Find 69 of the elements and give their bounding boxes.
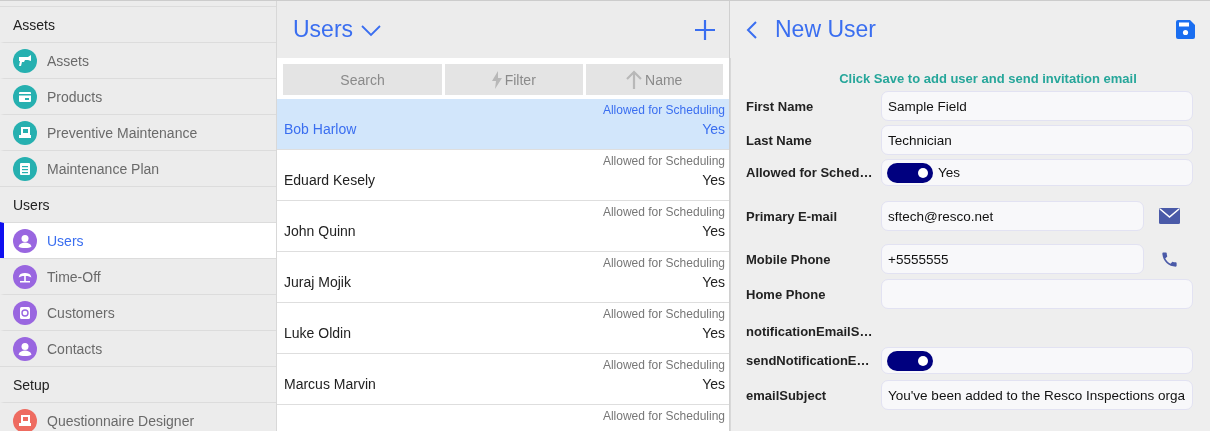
lightning-icon [491,70,502,89]
field-value: Yes [702,376,725,392]
field-label: Primary E-mail [746,208,839,224]
field-value: Yes [702,223,725,239]
user-row[interactable]: Allowed for Scheduling John Quinn Yes [277,201,729,252]
info-message: Click Save to add user and send invitation email [838,71,1138,86]
input-field[interactable]: Technician [881,125,1193,155]
field-label: Home Phone [746,286,827,302]
field-label: emailSubject [746,387,828,403]
sidebar-item[interactable]: Customers [0,294,276,330]
add-icon[interactable] [695,19,715,40]
input-field[interactable]: You've been added to the Resco Inspections orga [881,380,1193,410]
user-row[interactable]: Allowed for Scheduling Bob Harlow Yes [277,99,729,150]
field-value: Yes [702,121,725,137]
sidebar-item[interactable]: Maintenance Plan [0,150,276,186]
section-header: Assets [13,16,55,33]
input-field[interactable]: Sample Field [881,91,1193,121]
list-title[interactable]: Users [293,16,354,43]
field-label: Allowed for Scheduling [602,409,725,425]
field-label: Allowed for Sched… [746,165,874,180]
field-label: Allowed for Scheduling [602,154,725,170]
sidebar-item[interactable]: Users [0,222,276,258]
field-label: First Name [746,98,815,114]
user-name: Marcus Marvin [284,376,376,392]
phone-icon[interactable] [1160,249,1179,269]
sidebar-item[interactable]: Products [0,78,276,114]
field-value: Yes [702,274,725,290]
field-value: Yes [702,172,725,188]
field-label: Allowed for Scheduling [602,205,725,221]
user-name: John Quinn [284,223,356,239]
toggle-switch[interactable] [887,350,933,371]
input-field[interactable]: +5555555 [881,244,1144,274]
save-icon[interactable] [1176,20,1195,39]
chevron-down-icon[interactable] [361,25,382,37]
section-header: Setup [13,376,50,393]
sort-button[interactable]: Name [585,64,723,95]
field-label: Mobile Phone [746,251,832,267]
user-name: Eduard Kesely [284,172,376,188]
filter-button[interactable]: Filter [445,64,583,95]
toggle-switch[interactable] [887,162,933,183]
field-value: Yes [702,325,725,341]
user-name: Bob Harlow [284,121,357,137]
user-row[interactable]: Allowed for Scheduling [277,405,729,431]
toggle-label: Yes [938,165,961,180]
user-name: Juraj Mojik [284,274,351,290]
field-label: Last Name [746,132,813,148]
search-button[interactable]: Search [283,64,442,95]
sidebar-item[interactable]: Assets [0,42,276,78]
back-icon[interactable] [746,20,757,39]
form-title: New User [775,16,876,43]
field-label: Allowed for Scheduling [602,358,725,374]
field-label: Allowed for Scheduling [602,103,725,119]
user-row[interactable]: Allowed for Scheduling Luke Oldin Yes [277,303,729,354]
input-field[interactable]: sftech@resco.net [881,201,1144,231]
sidebar-item[interactable]: Time-Off [0,258,276,294]
field-label: Allowed for Scheduling [602,256,725,272]
section-header: Users [13,196,50,213]
field-label: sendNotificationE… [746,353,871,368]
user-row[interactable]: Allowed for Scheduling Marcus Marvin Yes [277,354,729,405]
sidebar-item[interactable]: Contacts [0,330,276,366]
mail-icon[interactable] [1159,208,1180,224]
arrow-up-icon [626,69,643,90]
user-row[interactable]: Allowed for Scheduling Juraj Mojik Yes [277,252,729,303]
user-row[interactable]: Allowed for Scheduling Eduard Kesely Yes [277,150,729,201]
field-label: Allowed for Scheduling [602,307,725,323]
sidebar-item[interactable]: Questionnaire Designer [0,402,276,431]
user-name: Luke Oldin [284,325,351,341]
field-label: notificationEmailS… [746,323,874,339]
sidebar-item[interactable]: Preventive Maintenance [0,114,276,150]
